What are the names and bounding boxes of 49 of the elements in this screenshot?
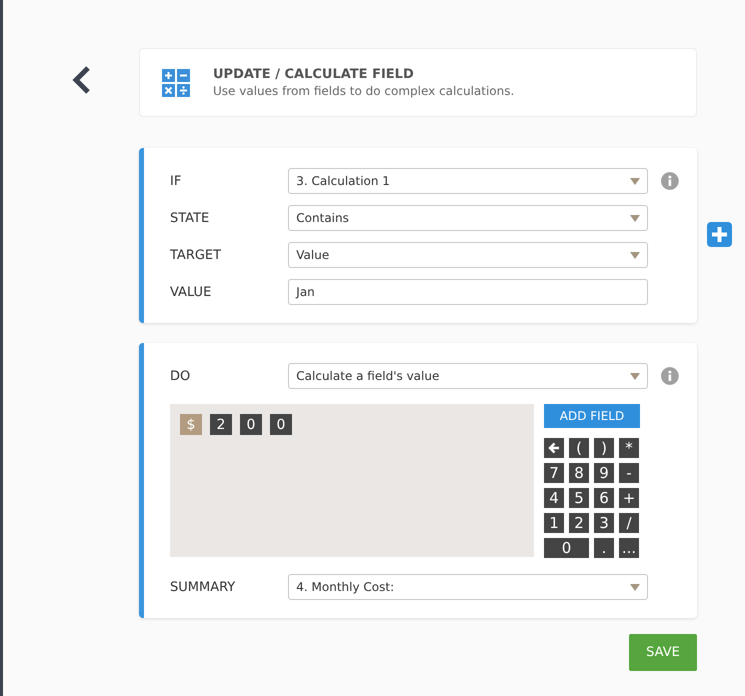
keypad-key[interactable]: 0	[544, 538, 589, 558]
formula-token: 0	[240, 414, 262, 435]
back-arrow-key[interactable]	[544, 438, 564, 458]
formula-token: 0	[270, 414, 292, 435]
keypad-key[interactable]: +	[619, 488, 639, 508]
formula-token: 2	[210, 414, 232, 435]
keypad-key[interactable]: .	[594, 538, 614, 558]
select-field[interactable]: 4. Monthly Cost:	[288, 574, 648, 600]
keypad-key[interactable]: 7	[544, 463, 564, 483]
keypad-key[interactable]: 8	[569, 463, 589, 483]
keypad-key[interactable]: ...	[619, 538, 639, 558]
formula-area[interactable]: $ 2 0 0	[170, 404, 534, 557]
field-label: SUMMARY	[170, 580, 236, 594]
keypad-key[interactable]: )	[594, 438, 614, 458]
keypad-key[interactable]: 1	[544, 513, 564, 533]
select-field[interactable]: Calculate a field's value	[288, 363, 648, 389]
info-icon[interactable]	[661, 172, 679, 190]
add-icon[interactable]	[707, 222, 732, 247]
keypad-key[interactable]: 6	[594, 488, 614, 508]
caret-icon	[630, 178, 640, 184]
field-label: STATE	[170, 210, 210, 226]
keypad-key[interactable]: 3	[594, 513, 614, 533]
keypad-key[interactable]: /	[619, 513, 639, 533]
back-chevron-icon[interactable]	[70, 65, 92, 95]
info-icon[interactable]	[661, 367, 679, 385]
keypad-key[interactable]: 9	[594, 463, 614, 483]
keypad-key[interactable]: *	[619, 438, 639, 458]
calculator-icon	[162, 68, 190, 96]
caret-icon	[630, 252, 640, 258]
caret-icon	[630, 214, 640, 222]
field-label: VALUE	[170, 284, 212, 300]
select-field[interactable]: Contains	[288, 205, 648, 231]
select-field[interactable]: Value	[288, 242, 648, 268]
header-title: UPDATE / CALCULATE FIELD	[213, 67, 415, 82]
keypad-key[interactable]: 2	[569, 513, 589, 533]
keypad-key[interactable]: (	[569, 438, 589, 458]
keypad-key[interactable]: 5	[569, 488, 589, 508]
select-field[interactable]: 3. Calculation 1	[288, 168, 648, 194]
keypad-key[interactable]: 4	[544, 488, 564, 508]
field-label: TARGET	[170, 248, 222, 262]
keypad-key[interactable]: -	[619, 463, 639, 483]
caret-icon	[630, 584, 640, 590]
field-label: IF	[170, 174, 182, 188]
field-label: DO	[170, 368, 192, 384]
left-arrow-icon	[548, 442, 560, 454]
header-subtitle: Use values from fields to do complex calculations.	[213, 84, 514, 98]
input-field[interactable]: Jan	[288, 279, 648, 305]
caret-icon	[630, 372, 640, 380]
formula-token: $	[180, 414, 202, 435]
